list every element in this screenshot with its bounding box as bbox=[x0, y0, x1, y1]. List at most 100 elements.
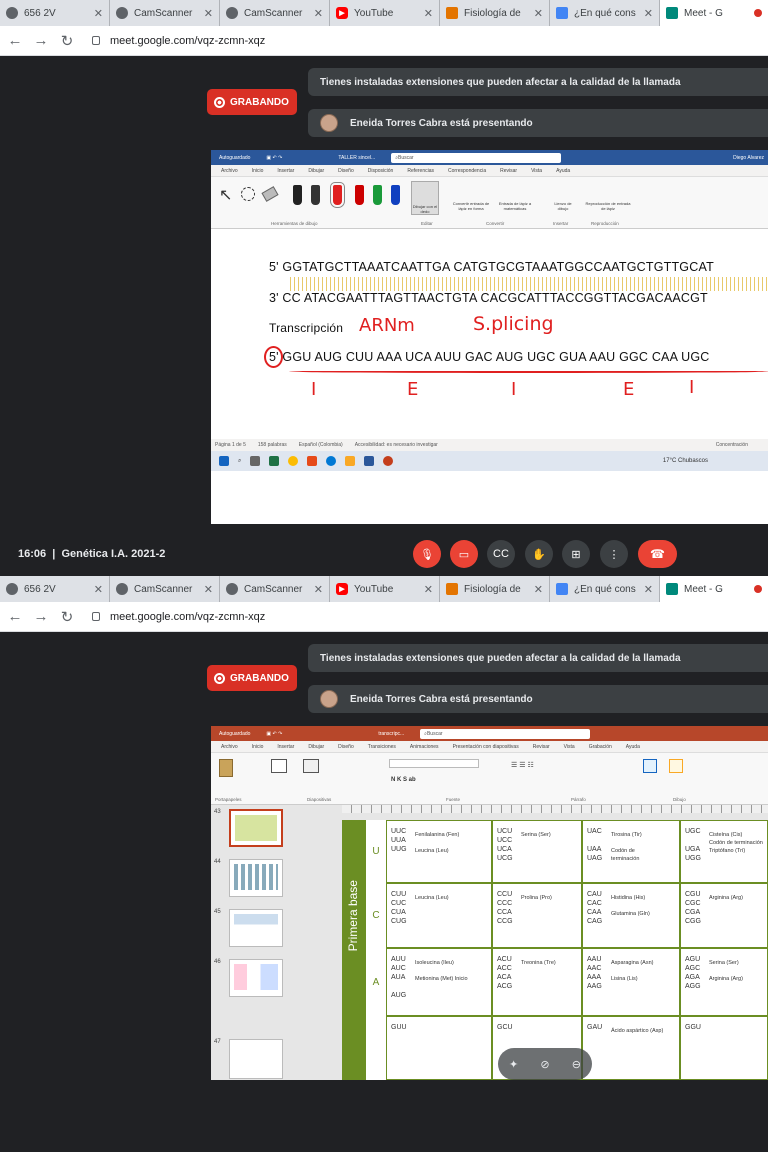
close-icon[interactable]: ✕ bbox=[424, 7, 433, 20]
new-slide-icon[interactable] bbox=[271, 759, 287, 773]
word-menu-7[interactable]: Correspondencia bbox=[448, 168, 486, 174]
office-icon[interactable] bbox=[307, 456, 318, 466]
pen-black-icon[interactable] bbox=[293, 185, 302, 205]
eraser-icon[interactable] bbox=[261, 186, 279, 202]
pen-red-icon[interactable] bbox=[355, 185, 364, 205]
reload-icon[interactable]: ↻ bbox=[56, 608, 78, 626]
browser-tab-active[interactable]: Meet - G bbox=[660, 576, 768, 602]
close-icon[interactable]: ✕ bbox=[314, 583, 323, 596]
word-menu-5[interactable]: Disposición bbox=[368, 168, 394, 174]
browser-tab[interactable]: CamScanner ✕ bbox=[110, 576, 220, 602]
close-icon[interactable]: ✕ bbox=[94, 7, 103, 20]
close-icon[interactable]: ✕ bbox=[644, 583, 653, 596]
close-icon[interactable]: ✕ bbox=[204, 583, 213, 596]
word-menu-2[interactable]: Insertar bbox=[277, 168, 294, 174]
word-menu-4[interactable]: Diseño bbox=[338, 168, 354, 174]
url-field[interactable]: meet.google.com/vqz-zcmn-xqz bbox=[92, 35, 265, 47]
more-options-button[interactable]: ⋮ bbox=[600, 540, 628, 568]
reload-icon[interactable]: ↻ bbox=[56, 32, 78, 50]
slide-thumbnail-selected[interactable] bbox=[229, 809, 283, 847]
ppt-menu-5[interactable]: Transiciones bbox=[368, 744, 396, 750]
close-icon[interactable]: ✕ bbox=[204, 7, 213, 20]
bullets-icon[interactable]: ☰ ☰ ☷ bbox=[511, 761, 534, 769]
ink-to-math-button[interactable]: Entrada de lápiz a matemáticas bbox=[495, 201, 535, 211]
hang-up-button[interactable]: ☎ bbox=[638, 540, 677, 568]
browser-tab[interactable]: CamScanner ✕ bbox=[220, 576, 330, 602]
close-icon[interactable]: ✕ bbox=[314, 7, 323, 20]
edge-icon[interactable] bbox=[326, 456, 337, 466]
back-arrow-icon[interactable]: ← bbox=[4, 32, 26, 49]
mic-off-icon[interactable]: ⊘ bbox=[540, 1058, 549, 1071]
reuse-slides-icon[interactable] bbox=[303, 759, 319, 773]
arrange-icon[interactable] bbox=[669, 759, 683, 773]
browser-tab[interactable]: ¿En qué cons ✕ bbox=[550, 576, 660, 602]
camera-off-button[interactable]: ▭ bbox=[450, 540, 478, 568]
pen-red-selected-icon[interactable] bbox=[330, 182, 345, 208]
pin-icon[interactable]: ✦ bbox=[509, 1058, 518, 1071]
bold-icon[interactable]: N K S ab bbox=[391, 777, 416, 783]
chrome-icon[interactable] bbox=[288, 456, 299, 466]
browser-tab[interactable]: 656 2V ✕ bbox=[0, 576, 110, 602]
ppt-menu-10[interactable]: Grabación bbox=[589, 744, 612, 750]
word-menu-1[interactable]: Inicio bbox=[252, 168, 264, 174]
excel-icon[interactable] bbox=[269, 456, 280, 466]
slide-thumbnail[interactable] bbox=[229, 909, 283, 947]
browser-tab[interactable]: CamScanner ✕ bbox=[110, 0, 220, 26]
close-icon[interactable]: ✕ bbox=[644, 7, 653, 20]
slide-thumbnail[interactable] bbox=[229, 859, 283, 897]
browser-tab[interactable]: CamScanner ✕ bbox=[220, 0, 330, 26]
ppt-menu-0[interactable]: Archivo bbox=[221, 744, 238, 750]
present-button[interactable]: ⊞ bbox=[562, 540, 590, 568]
ppt-menu-3[interactable]: Dibujar bbox=[308, 744, 324, 750]
slide-thumbnail[interactable] bbox=[229, 1039, 283, 1079]
mic-off-button[interactable]: 🎙 bbox=[413, 540, 441, 568]
ppt-menu-11[interactable]: Ayuda bbox=[626, 744, 640, 750]
pen-dark-icon[interactable] bbox=[311, 185, 320, 205]
powerpoint-icon[interactable] bbox=[383, 456, 394, 466]
save-icon[interactable]: ▣ ↶ ↷ bbox=[266, 731, 282, 737]
word-search-box[interactable]: ⌕ Buscar bbox=[391, 152, 562, 163]
font-box[interactable] bbox=[389, 759, 479, 768]
slide-thumbnail[interactable] bbox=[229, 959, 283, 997]
browser-tab[interactable]: Fisiología de ✕ bbox=[440, 0, 550, 26]
codon-table-slide[interactable]: Primera base U UUC UUA UUG Fenilalanina (F… bbox=[342, 820, 768, 1080]
browser-tab[interactable]: 656 2V ✕ bbox=[0, 0, 110, 26]
ppt-menu-7[interactable]: Presentación con diapositivas bbox=[453, 744, 519, 750]
raise-hand-button[interactable]: ✋ bbox=[525, 540, 553, 568]
ink-replay-button[interactable]: Reproducción de entrada de lápiz bbox=[583, 201, 633, 211]
forward-arrow-icon[interactable]: → bbox=[30, 608, 52, 625]
close-icon[interactable]: ✕ bbox=[94, 583, 103, 596]
browser-tab[interactable]: Fisiología de ✕ bbox=[440, 576, 550, 602]
explorer-icon[interactable] bbox=[345, 456, 356, 466]
word-menu-10[interactable]: Ayuda bbox=[556, 168, 570, 174]
browser-tab-active[interactable]: Meet - G bbox=[660, 0, 768, 26]
ink-to-shape-button[interactable]: Convertir entrada de lápiz en forma bbox=[451, 201, 491, 211]
word-document-page[interactable]: 5' GGTATGCTTAAATCAATTGA CATGTGCGTAAATGGC… bbox=[211, 229, 768, 439]
captions-button[interactable]: CC bbox=[487, 540, 515, 568]
word-menu-0[interactable]: Archivo bbox=[221, 168, 238, 174]
search-icon[interactable]: ⌕ bbox=[238, 458, 241, 465]
ppt-menu-4[interactable]: Diseño bbox=[338, 744, 354, 750]
draw-with-finger-button[interactable]: Dibujar con el dedo bbox=[411, 181, 439, 215]
shapes-icon[interactable] bbox=[643, 759, 657, 773]
paste-icon[interactable] bbox=[219, 759, 233, 777]
browser-tab[interactable]: ¿En qué cons ✕ bbox=[550, 0, 660, 26]
word-menu-6[interactable]: Referencias bbox=[407, 168, 434, 174]
close-icon[interactable]: ✕ bbox=[424, 583, 433, 596]
pen-blue-icon[interactable] bbox=[391, 185, 400, 205]
close-icon[interactable]: ✕ bbox=[534, 7, 543, 20]
lasso-icon[interactable] bbox=[241, 187, 255, 201]
forward-arrow-icon[interactable]: → bbox=[30, 32, 52, 49]
select-arrow-icon[interactable]: ↖ bbox=[219, 185, 232, 205]
ppt-menu-1[interactable]: Inicio bbox=[252, 744, 264, 750]
ppt-menu-2[interactable]: Insertar bbox=[277, 744, 294, 750]
close-icon[interactable]: ✕ bbox=[534, 583, 543, 596]
url-field[interactable]: meet.google.com/vqz-zcmn-xqz bbox=[92, 611, 265, 623]
drawing-canvas-button[interactable]: Lienzo de dibujo bbox=[549, 201, 577, 211]
minimize-icon[interactable]: ⊖ bbox=[572, 1058, 581, 1071]
ppt-menu-6[interactable]: Animaciones bbox=[410, 744, 439, 750]
ppt-menu-8[interactable]: Revisar bbox=[533, 744, 550, 750]
back-arrow-icon[interactable]: ← bbox=[4, 608, 26, 625]
self-view-pip[interactable]: ✦ ⊘ ⊖ bbox=[498, 1048, 592, 1080]
ppt-search-box[interactable]: ⌕ Buscar bbox=[420, 728, 591, 739]
